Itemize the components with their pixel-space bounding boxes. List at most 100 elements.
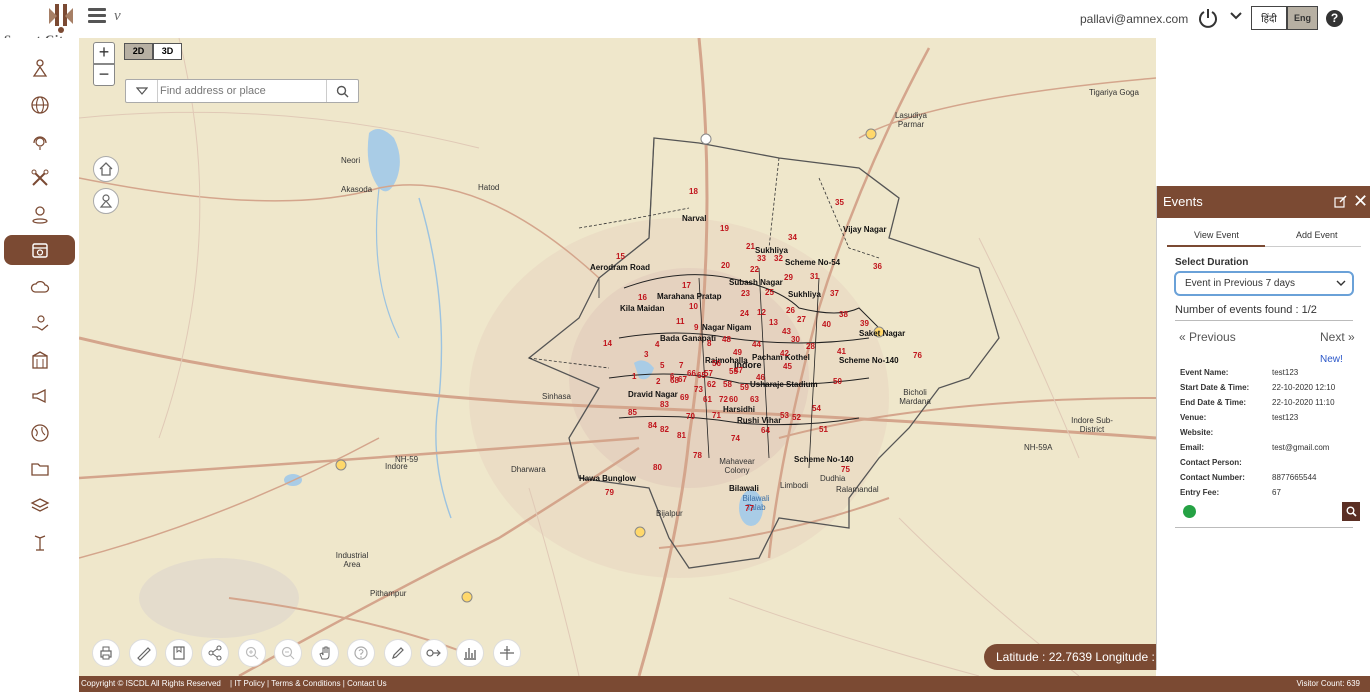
- tab-view-event[interactable]: View Event: [1194, 230, 1239, 240]
- ward-number: 75: [841, 465, 850, 474]
- zoom-in-button[interactable]: +: [93, 42, 115, 64]
- ward-number: 15: [616, 252, 625, 261]
- top-bar: Smart City ν pallavi@amnex.com हिंदी Eng…: [0, 0, 1370, 47]
- view-2d-button[interactable]: 2D: [124, 43, 153, 60]
- sidebar-item-weather[interactable]: [4, 272, 75, 302]
- detail-value: 22-10-2020 12:10: [1272, 383, 1336, 392]
- route-icon: [426, 649, 441, 657]
- ruler-icon: [137, 647, 151, 661]
- ward-number: 11: [676, 317, 685, 326]
- crosshair-button[interactable]: [493, 639, 521, 667]
- sidebar-item-support[interactable]: [4, 126, 75, 156]
- ward-number: 38: [839, 310, 848, 319]
- layers-icon: [30, 498, 49, 512]
- footer-links[interactable]: | IT Policy | Terms & Conditions | Conta…: [230, 679, 387, 688]
- map-canvas[interactable]: Neori Akasoda Hatod Lasudiya Parmar Tiga…: [79, 38, 1156, 676]
- sidebar-item-announce[interactable]: [4, 381, 75, 411]
- ward-number: 40: [822, 320, 831, 329]
- duration-select[interactable]: Event in Previous 7 days: [1174, 271, 1354, 296]
- draw-icon: [392, 647, 404, 659]
- ward-number: 71: [712, 411, 721, 420]
- ward-number: 32: [774, 254, 783, 263]
- map-help-button[interactable]: [347, 639, 375, 667]
- help-icon[interactable]: ?: [1326, 10, 1343, 27]
- close-icon[interactable]: ✕: [1353, 192, 1368, 210]
- view-3d-button[interactable]: 3D: [153, 43, 182, 60]
- power-icon[interactable]: [1197, 7, 1219, 29]
- sidebar-item-tools[interactable]: [4, 163, 75, 193]
- sidebar-item-folder[interactable]: [4, 454, 75, 484]
- draw-button[interactable]: [384, 639, 412, 667]
- events-panel-header: Events ✕: [1157, 186, 1370, 218]
- folder-icon: [30, 463, 49, 476]
- detail-value[interactable]: test@gmail.com: [1272, 443, 1329, 452]
- ward-number: 44: [752, 340, 761, 349]
- ward-number: 58: [723, 380, 732, 389]
- place-label: Hatod: [478, 183, 500, 192]
- divider: [1175, 320, 1353, 321]
- ward-number: 12: [757, 308, 766, 317]
- pan-button[interactable]: [311, 639, 339, 667]
- chart-button[interactable]: [456, 639, 484, 667]
- chevron-down-icon[interactable]: [1229, 10, 1243, 22]
- sidebar-item-layers[interactable]: [4, 491, 75, 521]
- zoom-in-tool-button[interactable]: [238, 639, 266, 667]
- search-icon: [336, 85, 349, 97]
- sidebar-item-events[interactable]: [4, 235, 75, 265]
- ward-number: 85: [628, 408, 637, 417]
- ward-number: 76: [913, 351, 922, 360]
- my-location-button[interactable]: [93, 188, 119, 214]
- ward-number: 24: [740, 309, 749, 318]
- search-input[interactable]: [160, 82, 324, 100]
- ward-area-label: Aerodram Road: [590, 263, 651, 272]
- ward-number: 42: [780, 349, 789, 358]
- zoom-out-button[interactable]: −: [93, 64, 115, 86]
- place-label: Sinhasa: [542, 392, 571, 401]
- sidebar-item-global[interactable]: [4, 90, 75, 120]
- tourist-icon: [32, 59, 47, 77]
- sidebar-item-environment[interactable]: [4, 418, 75, 448]
- ward-area-label: Bilawali: [729, 484, 759, 493]
- ward-number: 41: [837, 347, 846, 356]
- whatsapp-icon[interactable]: [1183, 505, 1196, 518]
- tab-add-event[interactable]: Add Event: [1296, 230, 1338, 240]
- sidebar-item-buildings[interactable]: [4, 345, 75, 375]
- ward-number: 33: [757, 254, 766, 263]
- previous-event-link[interactable]: « Previous: [1179, 330, 1236, 344]
- edit-icon[interactable]: [1334, 195, 1347, 208]
- print-button[interactable]: [92, 639, 120, 667]
- sidebar-item-tour[interactable]: [4, 53, 75, 83]
- detail-key: End Date & Time:: [1180, 398, 1247, 407]
- lang-english-button[interactable]: Eng: [1287, 6, 1318, 30]
- ward-number: 72: [719, 395, 728, 404]
- location-person-icon: [31, 206, 48, 224]
- share-button[interactable]: [201, 639, 229, 667]
- ward-number: 65: [697, 371, 706, 380]
- ward-number: 7: [679, 361, 684, 370]
- sidebar-item-health[interactable]: [4, 308, 75, 338]
- ward-number: 84: [648, 421, 657, 430]
- user-email: pallavi@amnex.com: [1080, 12, 1189, 26]
- next-event-link[interactable]: Next »: [1320, 330, 1355, 344]
- sidebar-item-location[interactable]: [4, 199, 75, 229]
- menu-hamburger-icon[interactable]: [88, 8, 106, 24]
- sidebar-item-streetlight[interactable]: [4, 527, 75, 557]
- zoom-out-tool-button[interactable]: [274, 639, 302, 667]
- route-button[interactable]: [420, 639, 448, 667]
- search-button[interactable]: [326, 80, 358, 102]
- bookmark-button[interactable]: [165, 639, 193, 667]
- logo-art-icon: [49, 4, 73, 33]
- share-icon: [208, 645, 222, 661]
- ward-number: 29: [784, 273, 793, 282]
- measure-button[interactable]: [129, 639, 157, 667]
- place-label: NH-59A: [1024, 443, 1053, 452]
- chart-icon: [464, 648, 476, 660]
- caret-down-icon: [135, 87, 148, 95]
- home-view-button[interactable]: [93, 156, 119, 182]
- search-type-dropdown[interactable]: [126, 80, 158, 102]
- ward-number: 4: [655, 340, 660, 349]
- detail-key: Start Date & Time:: [1180, 383, 1250, 392]
- detail-key: Event Name:: [1180, 368, 1229, 377]
- lang-hindi-button[interactable]: हिंदी: [1251, 6, 1287, 30]
- locate-event-button[interactable]: [1342, 502, 1360, 521]
